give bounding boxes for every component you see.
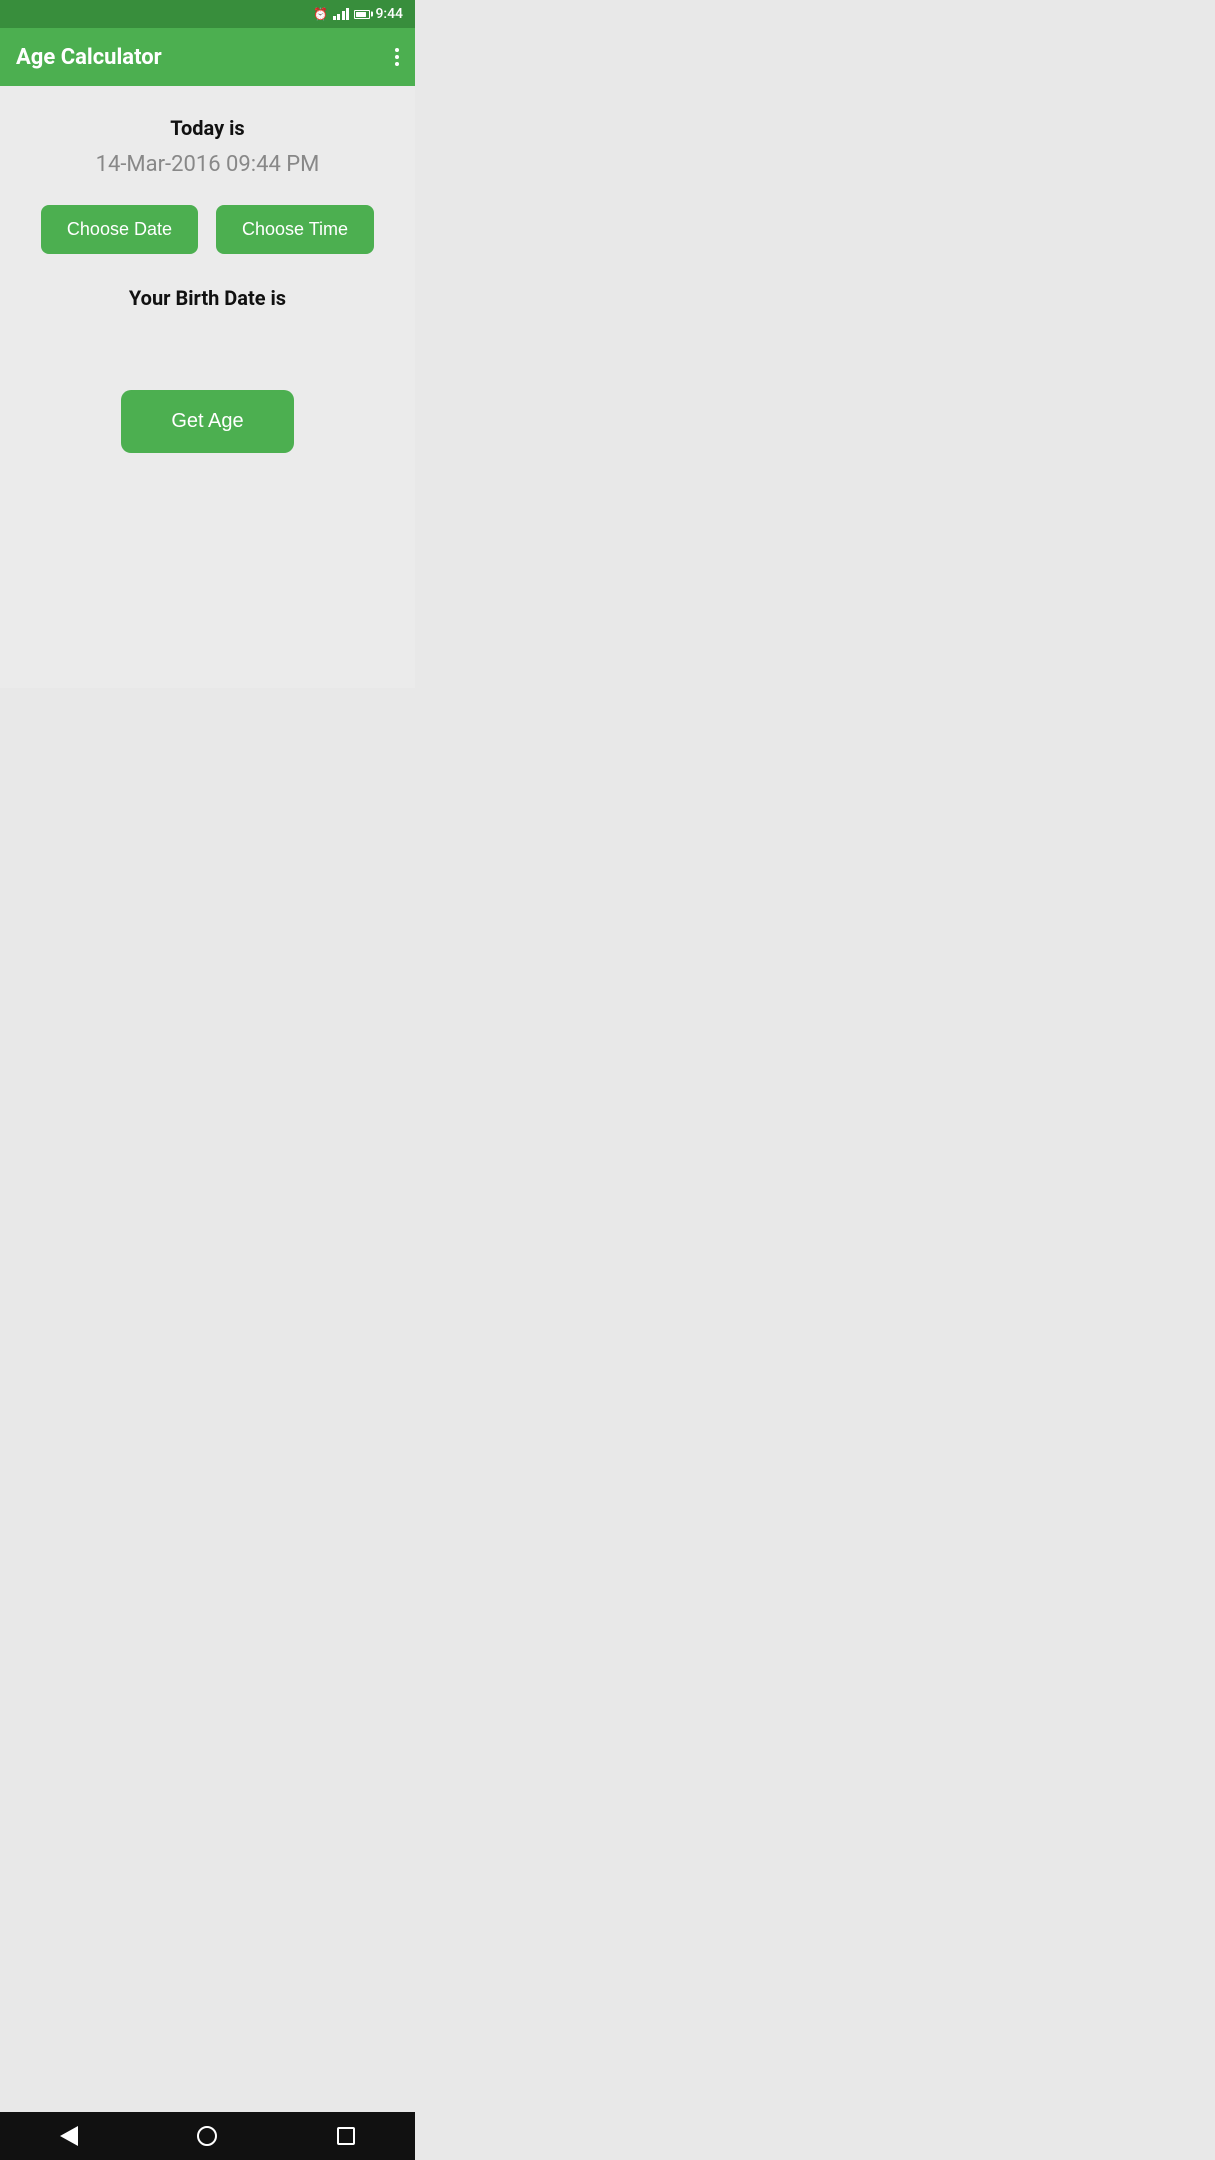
alarm-icon: ⏰ xyxy=(313,7,328,21)
status-time: 9:44 xyxy=(375,6,403,22)
app-bar: Age Calculator xyxy=(0,28,415,86)
date-time-buttons: Choose Date Choose Time xyxy=(41,205,374,254)
back-icon xyxy=(60,2126,78,2146)
home-icon xyxy=(197,2126,217,2146)
signal-icon xyxy=(333,8,350,20)
battery-icon xyxy=(354,10,370,19)
recents-button[interactable] xyxy=(326,2116,366,2156)
recents-icon xyxy=(337,2127,355,2145)
today-label: Today is xyxy=(170,116,244,140)
home-button[interactable] xyxy=(187,2116,227,2156)
main-content: Today is 14-Mar-2016 09:44 PM Choose Dat… xyxy=(0,86,415,688)
navigation-bar xyxy=(0,2112,415,2160)
get-age-button[interactable]: Get Age xyxy=(121,390,293,453)
choose-time-button[interactable]: Choose Time xyxy=(216,205,374,254)
choose-date-button[interactable]: Choose Date xyxy=(41,205,198,254)
status-bar: ⏰ 9:44 xyxy=(0,0,415,28)
app-title: Age Calculator xyxy=(16,45,162,70)
overflow-menu-button[interactable] xyxy=(395,42,399,72)
today-date: 14-Mar-2016 09:44 PM xyxy=(96,152,320,177)
back-button[interactable] xyxy=(49,2116,89,2156)
birth-date-label: Your Birth Date is xyxy=(129,286,286,310)
status-icons: ⏰ 9:44 xyxy=(313,6,403,22)
